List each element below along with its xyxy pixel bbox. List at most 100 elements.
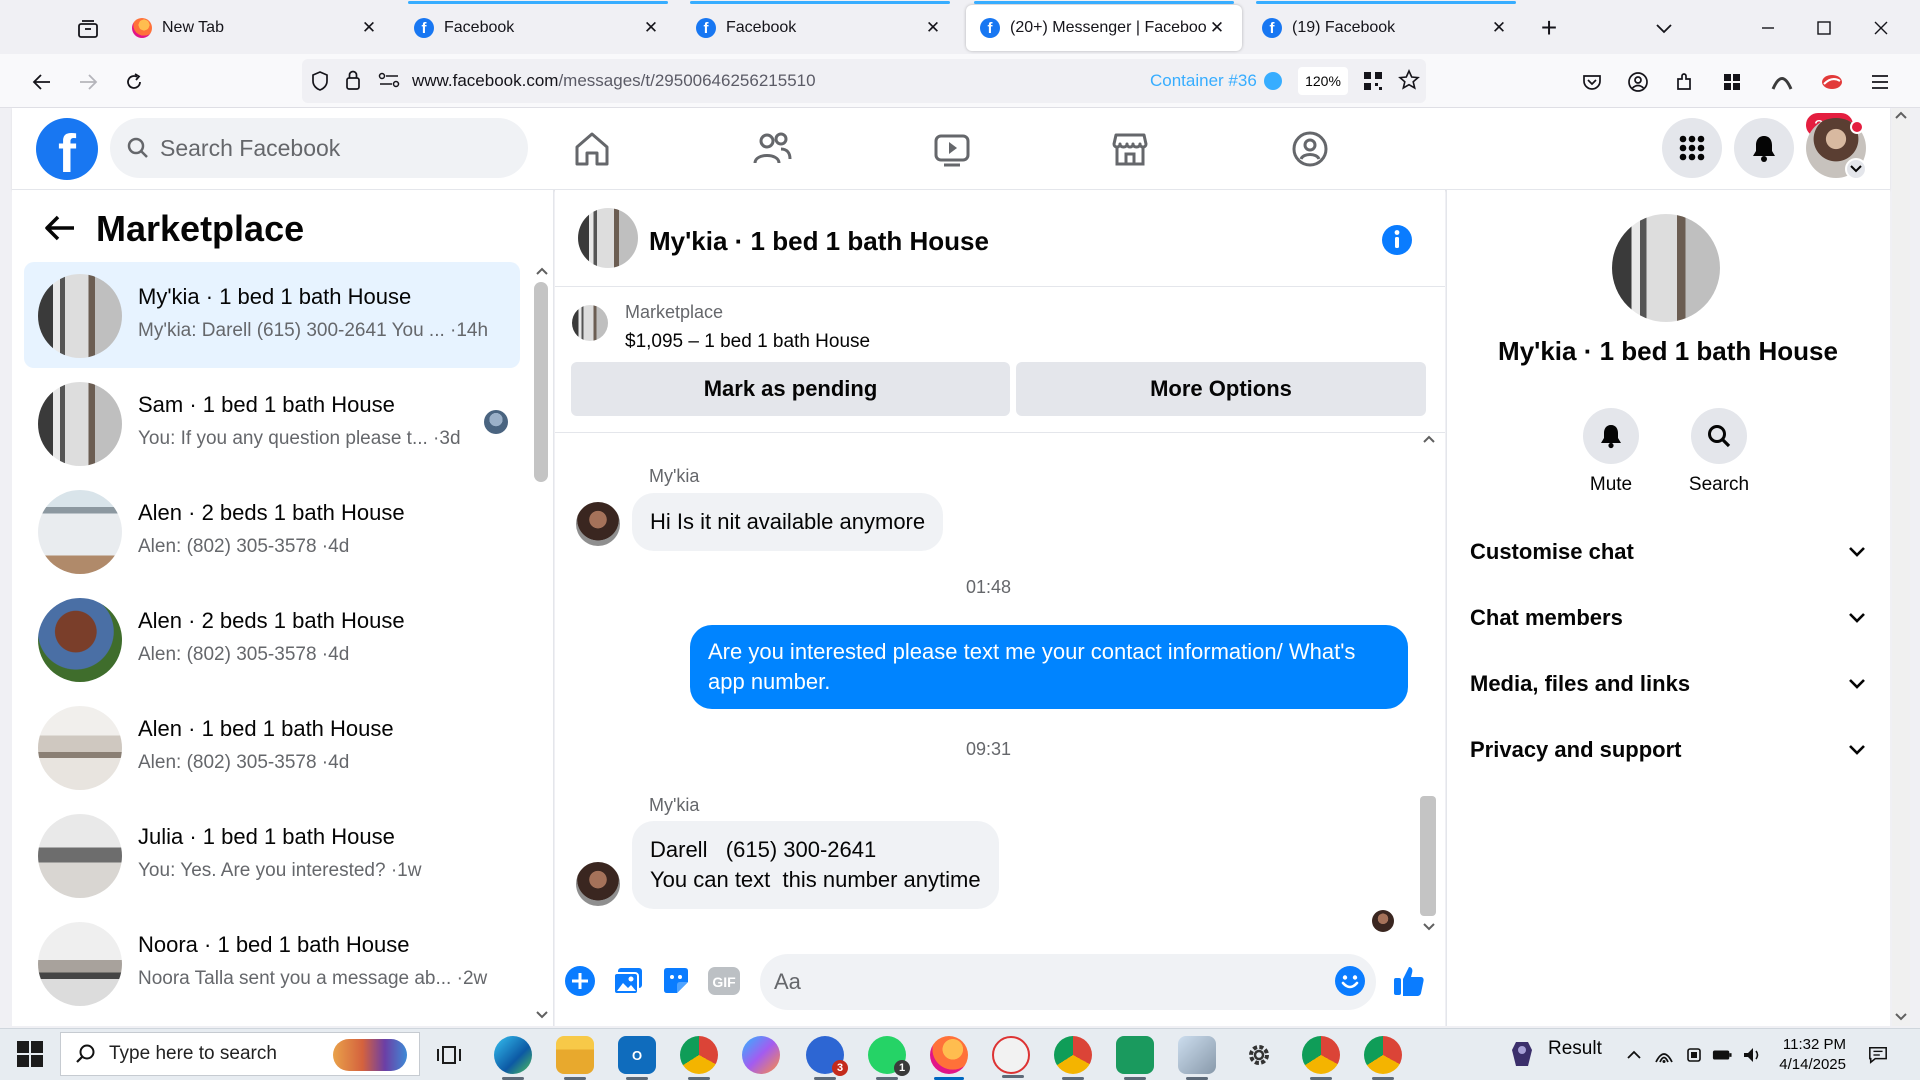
- close-icon[interactable]: ✕: [1488, 18, 1510, 38]
- tracking-shield-icon[interactable]: [310, 70, 330, 92]
- close-window-icon[interactable]: [1865, 12, 1897, 44]
- volume-icon[interactable]: [1742, 1045, 1762, 1065]
- edge-browser-icon[interactable]: [494, 1036, 532, 1080]
- container-label[interactable]: Container #36: [1150, 71, 1257, 91]
- incoming-message-bubble[interactable]: Darell (615) 300-2641 You can text this n…: [632, 821, 999, 909]
- search-input[interactable]: [160, 134, 480, 162]
- conversation-item[interactable]: Alen · 1 bed 1 bath House Alen: (802) 30…: [24, 694, 520, 800]
- weather-icon[interactable]: [1508, 1038, 1536, 1068]
- marketplace-icon[interactable]: [1100, 125, 1160, 173]
- green-app-icon[interactable]: [1116, 1036, 1154, 1080]
- chat-avatar[interactable]: [578, 208, 638, 268]
- bookmark-star-icon[interactable]: [1398, 69, 1420, 91]
- page-scroll-up-arrow-icon[interactable]: [1894, 110, 1908, 120]
- extensions-puzzle-icon[interactable]: [1668, 66, 1700, 98]
- browser-tab-new-tab[interactable]: New Tab ✕: [118, 5, 394, 51]
- minimize-window-icon[interactable]: [1752, 12, 1784, 44]
- close-icon[interactable]: ✕: [640, 18, 662, 38]
- forward-arrow-icon[interactable]: [72, 66, 104, 98]
- close-icon[interactable]: ✕: [1206, 18, 1228, 38]
- weather-result-label[interactable]: Result: [1548, 1038, 1602, 1060]
- file-explorer-icon[interactable]: [556, 1036, 594, 1080]
- conversation-item[interactable]: Sam · 1 bed 1 bath House You: If you any…: [24, 370, 520, 476]
- battery-icon[interactable]: [1712, 1045, 1732, 1065]
- more-options-button[interactable]: More Options: [1016, 362, 1426, 416]
- message-input[interactable]: [774, 964, 1294, 1000]
- facebook-logo[interactable]: f: [36, 118, 98, 180]
- mute-button[interactable]: Mute: [1561, 408, 1661, 496]
- account-chevron-down-icon[interactable]: [1845, 158, 1867, 180]
- url-text[interactable]: www.facebook.com/messages/t/295006462562…: [412, 71, 816, 91]
- page-scroll-down-arrow-icon[interactable]: [1894, 1012, 1908, 1022]
- copilot-icon[interactable]: [742, 1036, 780, 1074]
- outlook-icon[interactable]: O: [618, 1036, 656, 1080]
- sender-avatar[interactable]: [576, 502, 620, 546]
- incoming-message-bubble[interactable]: Hi Is it nit available anymore: [632, 493, 944, 551]
- reload-icon[interactable]: [118, 66, 150, 98]
- whatsapp-icon[interactable]: 1: [868, 1036, 910, 1080]
- menu-grid-button[interactable]: [1662, 118, 1722, 178]
- conversation-item[interactable]: Noora · 1 bed 1 bath House Noora Talla s…: [24, 910, 520, 1016]
- maximize-window-icon[interactable]: [1808, 12, 1840, 44]
- media-files-links-section[interactable]: Media, files and links: [1470, 662, 1866, 706]
- listing-thumbnail[interactable]: [572, 305, 608, 341]
- settings-gear-icon[interactable]: [1240, 1036, 1278, 1074]
- thumbs-up-icon[interactable]: [1392, 964, 1426, 998]
- browser-tab-facebook-3[interactable]: f (19) Facebook ✕: [1248, 1, 1524, 51]
- lock-icon[interactable]: [344, 69, 362, 91]
- chrome-gm-icon[interactable]: [1302, 1036, 1340, 1080]
- scroll-down-arrow-icon[interactable]: [535, 1010, 549, 1020]
- chat-scroll-down-arrow-icon[interactable]: [1422, 922, 1436, 932]
- chat-title[interactable]: My'kia · 1 bed 1 bath House: [649, 226, 989, 257]
- video-watch-icon[interactable]: [922, 125, 982, 173]
- info-panel-avatar[interactable]: [1612, 214, 1720, 322]
- snipping-tool-icon[interactable]: [992, 1036, 1030, 1078]
- chrome-profile-icon[interactable]: [1054, 1036, 1092, 1080]
- network-tool-icon[interactable]: [1178, 1036, 1216, 1080]
- browser-tab-facebook-2[interactable]: f Facebook ✕: [682, 1, 958, 51]
- zoom-level-badge[interactable]: 120%: [1298, 67, 1348, 95]
- system-clock[interactable]: 11:32 PM 4/14/2025: [1766, 1035, 1846, 1075]
- taskbar-search-input[interactable]: [109, 1043, 299, 1065]
- hamburger-menu-icon[interactable]: [1864, 66, 1896, 98]
- sender-avatar[interactable]: [576, 862, 620, 906]
- conversation-scroll-thumb[interactable]: [534, 282, 548, 482]
- sticker-icon[interactable]: [659, 964, 693, 998]
- friends-icon[interactable]: [742, 125, 802, 173]
- message-composer[interactable]: [760, 954, 1376, 1010]
- scroll-up-arrow-icon[interactable]: [535, 266, 549, 276]
- task-view-icon[interactable]: [430, 1036, 468, 1074]
- chat-members-section[interactable]: Chat members: [1470, 596, 1866, 640]
- chrome-icon[interactable]: [680, 1036, 718, 1080]
- device-icon[interactable]: [1684, 1045, 1704, 1065]
- chat-scroll-up-arrow-icon[interactable]: [1422, 434, 1436, 444]
- windows-start-icon[interactable]: [16, 1040, 44, 1068]
- wifi-icon[interactable]: [1654, 1045, 1674, 1065]
- outgoing-message-bubble[interactable]: Are you interested please text me your c…: [690, 625, 1408, 709]
- plus-circle-icon[interactable]: [563, 964, 597, 998]
- chat-scroll-thumb[interactable]: [1420, 796, 1436, 916]
- facebook-search-box[interactable]: [110, 118, 528, 178]
- arc-extension-icon[interactable]: [1766, 66, 1798, 98]
- conversation-item[interactable]: Alen · 2 beds 1 bath House Alen: (802) 3…: [24, 586, 520, 692]
- search-in-chat-button[interactable]: Search: [1669, 408, 1769, 496]
- notifications-button[interactable]: [1734, 118, 1794, 178]
- back-arrow-icon[interactable]: [26, 66, 58, 98]
- close-icon[interactable]: ✕: [358, 18, 380, 38]
- mark-as-pending-button[interactable]: Mark as pending: [571, 362, 1010, 416]
- teams-icon[interactable]: 3: [806, 1036, 848, 1080]
- gif-icon[interactable]: GIF: [707, 964, 741, 998]
- tray-chevron-up-icon[interactable]: [1624, 1045, 1644, 1065]
- photo-gallery-icon[interactable]: [611, 964, 645, 998]
- list-tabs-chevron-icon[interactable]: [1648, 12, 1680, 44]
- back-arrow-icon[interactable]: [44, 214, 76, 242]
- apps-grid-extension-icon[interactable]: [1716, 66, 1748, 98]
- info-icon[interactable]: [1381, 224, 1413, 256]
- close-icon[interactable]: ✕: [922, 18, 944, 38]
- new-tab-button[interactable]: +: [1533, 12, 1565, 44]
- conversation-item[interactable]: Julia · 1 bed 1 bath House You: Yes. Are…: [24, 802, 520, 908]
- firefox-taskbar-icon[interactable]: [930, 1036, 968, 1080]
- page-scrollbar[interactable]: [1892, 108, 1910, 1026]
- privacy-support-section[interactable]: Privacy and support: [1470, 728, 1866, 772]
- site-permissions-icon[interactable]: [378, 72, 400, 88]
